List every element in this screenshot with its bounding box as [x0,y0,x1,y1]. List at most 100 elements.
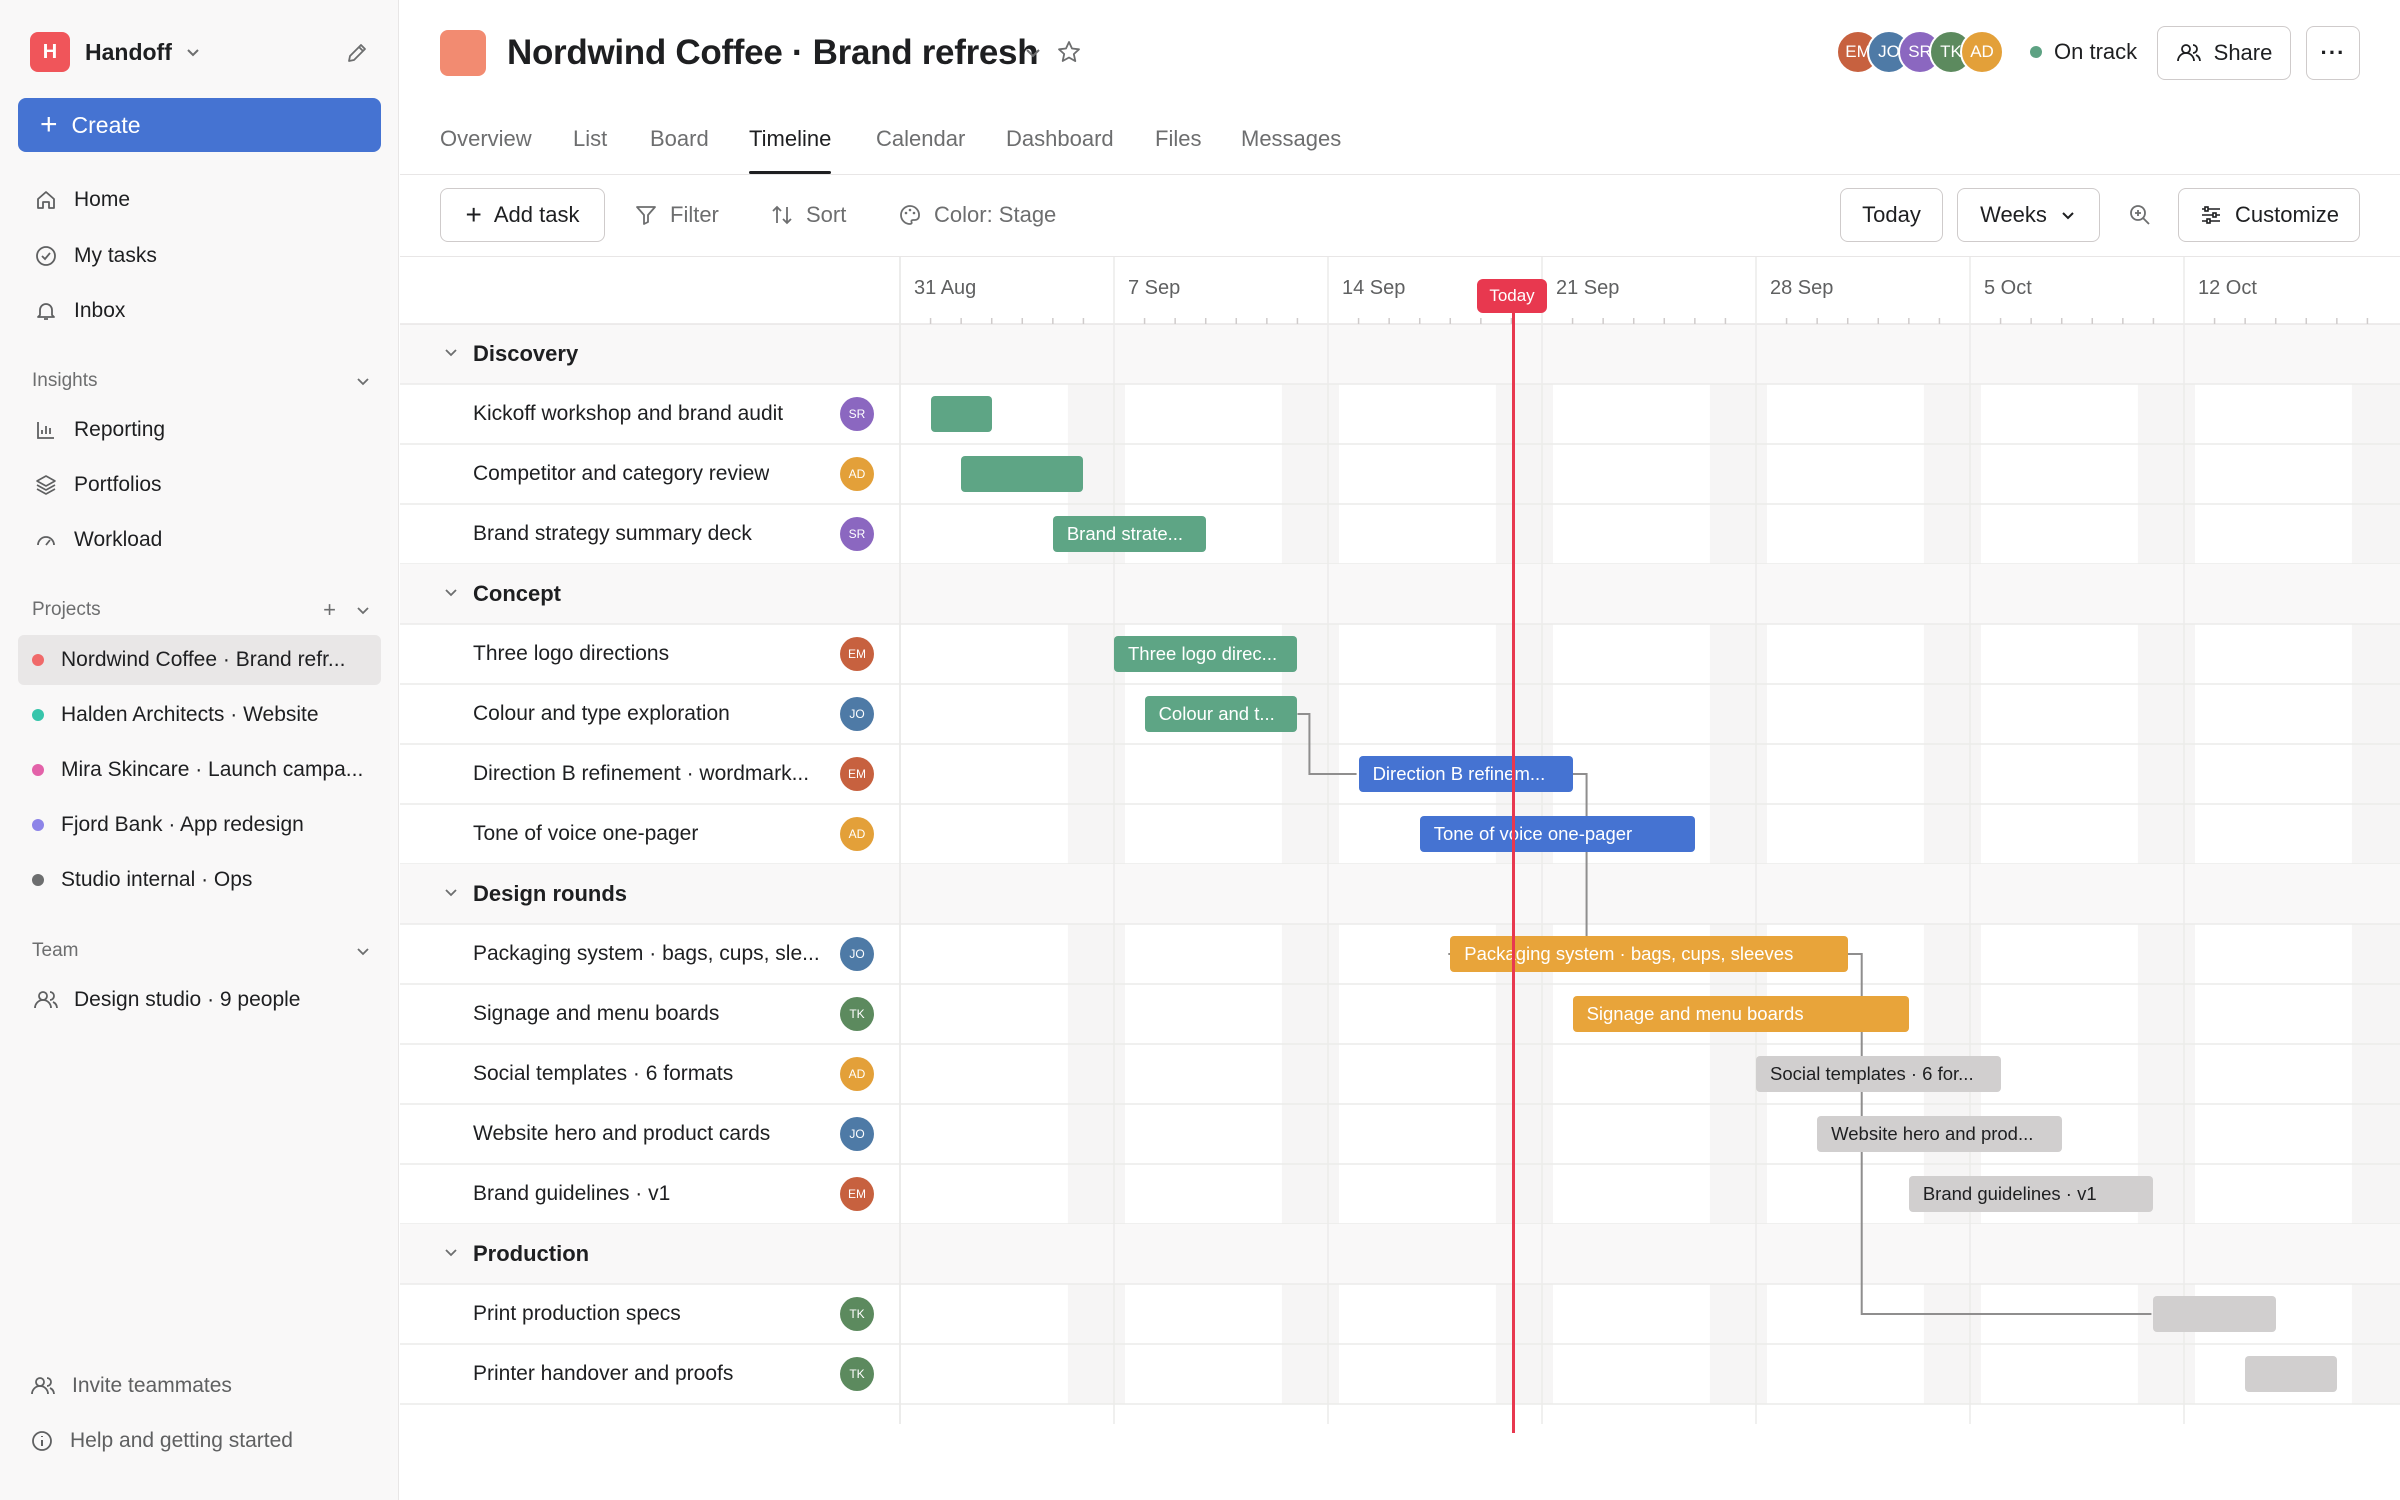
invite-teammates-link[interactable]: Invite teammates [30,1366,232,1406]
task-name[interactable]: Printer handover and proofs [473,1362,733,1386]
add-task-button[interactable]: + Add task [440,188,605,242]
week-date-label: 31 Aug [914,277,977,299]
section-chevron-icon[interactable] [442,884,460,902]
color-stage-button[interactable]: Color: Stage [898,188,1056,242]
assignee-avatar[interactable]: JO [840,697,874,731]
insights-header[interactable]: Insights [32,366,372,396]
share-button[interactable]: Share [2157,26,2291,80]
timeline-bar[interactable]: Tone of voice one-pager [1419,816,1695,852]
assignee-avatar[interactable]: TK [840,997,874,1031]
star-icon[interactable] [1056,39,1082,65]
timeline-bar[interactable] [2245,1356,2337,1392]
timeline-bar[interactable]: Packaging system · bags, cups, sleeves [1450,936,1848,972]
team-design-studio[interactable]: Design studio · 9 people [18,977,381,1023]
task-name[interactable]: Print production specs [473,1302,681,1326]
nav-home[interactable]: Home [18,177,381,223]
assignee-avatar[interactable]: EM [840,637,874,671]
customize-button[interactable]: Customize [2178,188,2360,242]
task-name[interactable]: Brand strategy summary deck [473,522,752,546]
tab-overview[interactable]: Overview [440,120,532,174]
projects-header[interactable]: Projects + [32,595,372,625]
section-chevron-icon[interactable] [442,584,460,602]
timeline-bar[interactable]: Brand strate... [1052,516,1206,552]
nav-my-tasks[interactable]: My tasks [18,233,381,279]
project-item-mira[interactable]: Mira Skincare · Launch campa... [18,745,381,795]
section-header-discovery[interactable]: Discovery [473,341,578,367]
task-name[interactable]: Colour and type exploration [473,702,730,726]
timeline-bar[interactable]: Brand guidelines · v1 [1908,1176,2154,1212]
nav-reporting[interactable]: Reporting [18,407,381,453]
assignee-avatar[interactable]: JO [840,1117,874,1151]
tab-files[interactable]: Files [1155,120,1201,174]
task-name[interactable]: Website hero and product cards [473,1122,770,1146]
edit-pencil-icon[interactable] [344,40,370,66]
task-name[interactable]: Kickoff workshop and brand audit [473,402,783,426]
filter-button[interactable]: Filter [634,188,719,242]
tab-calendar[interactable]: Calendar [876,120,965,174]
assignee-avatar[interactable]: AD [840,457,874,491]
project-item-halden[interactable]: Halden Architects · Website [18,690,381,740]
timeline-bar[interactable]: Three logo direc... [1114,636,1298,672]
section-header-design-rounds[interactable]: Design rounds [473,881,627,907]
tab-list[interactable]: List [573,120,607,174]
task-name[interactable]: Social templates · 6 formats [473,1062,733,1086]
assignee-avatar[interactable]: AD [840,817,874,851]
member-avatars[interactable]: EM JO SR TK AD [1836,30,2004,74]
task-name[interactable]: Direction B refinement · wordmark... [473,762,809,786]
timeline-bar[interactable]: Social templates · 6 for... [1756,1056,2001,1092]
project-item-nordwind[interactable]: Nordwind Coffee · Brand refr... [18,635,381,685]
timeline-bar[interactable]: Website hero and prod... [1817,1116,2062,1152]
project-status[interactable]: On track [2030,36,2137,68]
assignee-avatar[interactable]: TK [840,1297,874,1331]
timeline-bar[interactable]: Colour and t... [1144,696,1298,732]
today-button[interactable]: Today [1840,188,1943,242]
task-name[interactable]: Three logo directions [473,642,669,666]
timeline-bar[interactable] [2153,1296,2276,1332]
section-chevron-icon[interactable] [442,1244,460,1262]
section-chevron-icon[interactable] [442,344,460,362]
task-name[interactable]: Tone of voice one-pager [473,822,698,846]
tab-dashboard[interactable]: Dashboard [1006,120,1114,174]
project-icon [440,30,486,76]
create-button[interactable]: + Create [18,98,381,152]
help-label: Help and getting started [70,1429,293,1452]
layers-icon [32,471,60,499]
add-project-plus-icon[interactable]: + [323,597,336,623]
timeline-bar[interactable]: Direction B refinem... [1358,756,1573,792]
chevron-down-icon[interactable] [1022,42,1044,64]
section-header-production[interactable]: Production [473,1241,589,1267]
more-options-button[interactable]: ··· [2306,26,2360,80]
nav-workload[interactable]: Workload [18,517,381,563]
section-header-concept[interactable]: Concept [473,581,561,607]
tab-board[interactable]: Board [650,120,709,174]
timeline-bar[interactable] [930,396,992,432]
assignee-avatar[interactable]: AD [840,1057,874,1091]
chevron-down-icon [354,601,372,619]
assignee-avatar[interactable]: EM [840,757,874,791]
team-header[interactable]: Team [32,936,372,966]
palette-icon [898,203,922,227]
sort-button[interactable]: Sort [770,188,846,242]
zoom-button[interactable] [2127,188,2153,242]
nav-portfolios[interactable]: Portfolios [18,462,381,508]
tab-messages[interactable]: Messages [1241,120,1341,174]
assignee-avatar[interactable]: SR [840,397,874,431]
assignee-avatar[interactable]: JO [840,937,874,971]
workspace-switcher[interactable]: H Handoff [30,31,370,73]
project-item-studio[interactable]: Studio internal · Ops [18,855,381,905]
task-name[interactable]: Signage and menu boards [473,1002,719,1026]
task-name[interactable]: Competitor and category review [473,462,769,486]
timeline-bar[interactable] [961,456,1084,492]
weeks-dropdown[interactable]: Weeks [1957,188,2100,242]
help-link[interactable]: Help and getting started [30,1421,293,1461]
task-name[interactable]: Brand guidelines · v1 [473,1182,670,1206]
week-date-label: 28 Sep [1770,277,1834,299]
assignee-avatar[interactable]: EM [840,1177,874,1211]
assignee-avatar[interactable]: SR [840,517,874,551]
task-name[interactable]: Packaging system · bags, cups, sle... [473,942,820,966]
nav-inbox[interactable]: Inbox [18,288,381,334]
project-item-fjord[interactable]: Fjord Bank · App redesign [18,800,381,850]
assignee-avatar[interactable]: TK [840,1357,874,1391]
tab-timeline[interactable]: Timeline [749,120,832,174]
timeline-bar[interactable]: Signage and menu boards [1572,996,1909,1032]
